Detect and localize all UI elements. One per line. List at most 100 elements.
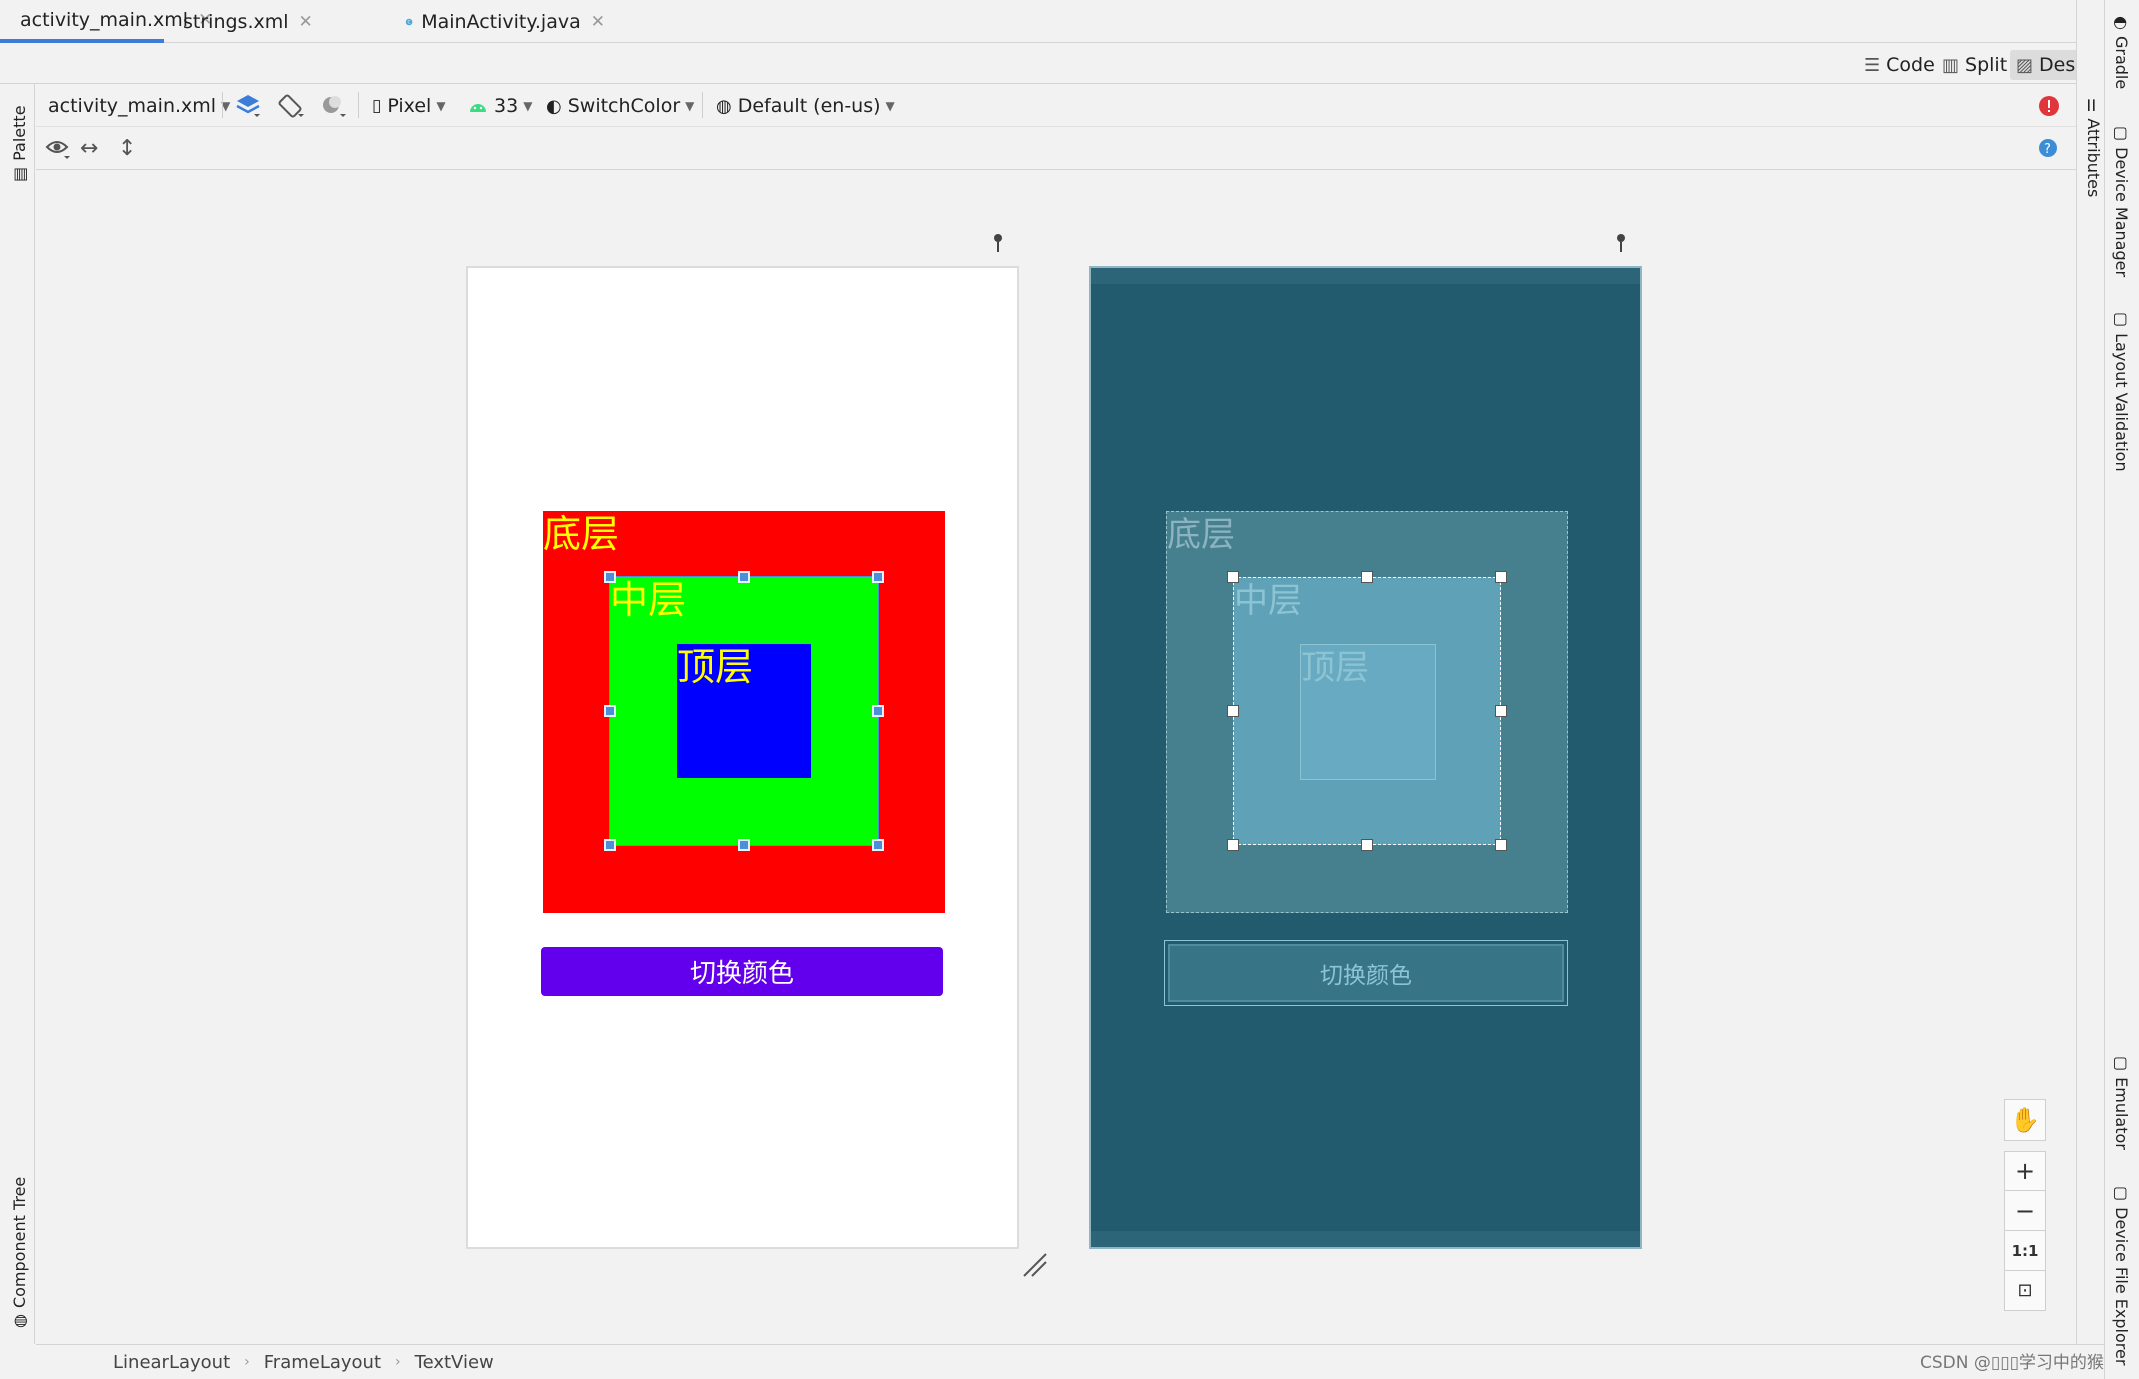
resize-handle[interactable] [1495,705,1507,717]
help-button[interactable]: ? [2038,134,2058,162]
night-mode-icon [323,96,346,117]
resize-handle[interactable] [604,705,616,717]
actual-size-button[interactable]: 1:1 [2004,1231,2046,1271]
design-canvas[interactable] [36,171,2076,1344]
close-icon[interactable]: ✕ [591,12,605,32]
view-options-button[interactable] [44,134,74,162]
chevron-right-icon: › [244,1354,250,1370]
zoom-out-button[interactable]: − [2004,1191,2046,1231]
layers-icon [236,95,260,117]
top-layer[interactable]: 顶层 [677,644,811,778]
view-mode-bar: ☰ Code ▥ Split ▨ Design [0,44,2111,84]
code-mode-button[interactable]: ☰ Code [1858,50,1941,80]
gradle-label: Gradle [2112,35,2131,90]
tab-activity-main-xml[interactable]: <> activity_main.xml ✕ [0,0,212,43]
design-surface-button[interactable] [234,92,262,120]
night-mode-button[interactable] [318,92,348,120]
palette-panel-button[interactable]: ▤ Palette [10,105,29,182]
layout-validation-panel-button[interactable]: ▢ Layout Validation [2112,312,2131,472]
resize-handle[interactable] [872,705,884,717]
plus-icon: + [2014,1157,2036,1185]
pin-icon[interactable] [988,232,1008,256]
watermark: CSDN @▯▯▯学习中的猴 [1920,1353,2104,1373]
device-file-explorer-panel-button[interactable]: ▢ Device File Explorer [2112,1186,2131,1365]
resize-handle[interactable] [1495,571,1507,583]
vertical-resize-icon[interactable]: ↕ [118,134,136,162]
breadcrumb-item-textview[interactable]: TextView [415,1352,494,1373]
attributes-label: Attributes [2084,118,2103,198]
file-label: activity_main.xml [48,95,217,117]
resize-handle[interactable] [1495,839,1507,851]
resize-handle[interactable] [872,571,884,583]
status-bar-outline [1091,268,1640,284]
chevron-down-icon: ▼ [523,99,533,113]
resize-handle[interactable] [604,571,616,583]
blueprint-preview-screen[interactable]: 底层 中层 顶层 切换颜色 [1089,266,1642,1249]
eye-icon [45,141,70,159]
resize-handle[interactable] [1361,571,1373,583]
bottom-layer-blueprint[interactable]: 底层 中层 顶层 [1166,511,1568,913]
emulator-panel-button[interactable]: ▢ Emulator [2112,1056,2131,1150]
zoom-in-button[interactable]: + [2004,1151,2046,1191]
tree-icon: ◍ [10,1314,29,1328]
attributes-panel-button[interactable]: ⚌ Attributes [2084,98,2103,197]
resize-handle[interactable] [1227,571,1239,583]
middle-layer-label: 中层 [610,578,687,622]
split-mode-button[interactable]: ▥ Split [1936,50,2013,80]
locale-selector[interactable]: ◍ Default (en-us) ▼ [716,92,895,120]
tab-label: activity_main.xml [20,8,189,31]
design-preview-screen[interactable]: 底层 中层 顶层 切换颜色 [466,266,1019,1249]
tab-mainactivity-java[interactable]: C MainActivity.java ✕ [405,0,605,43]
switch-color-button-blueprint[interactable]: 切换颜色 [1164,940,1568,1006]
device-manager-panel-button[interactable]: ▢ Device Manager [2112,126,2131,277]
rotate-icon [278,94,304,118]
device-selector[interactable]: ▯ Pixel ▼ [372,92,446,120]
breadcrumb-item-framelayout[interactable]: FrameLayout [264,1352,381,1373]
svg-text:C: C [407,19,410,25]
middle-layer-blueprint[interactable]: 中层 顶层 [1227,571,1507,851]
resize-handle[interactable] [1227,839,1239,851]
layout-validation-label: Layout Validation [2112,333,2131,472]
switch-color-button[interactable]: 切换颜色 [541,947,943,996]
resize-handle[interactable] [1227,705,1239,717]
api-level-selector[interactable]: 33 ▼ [468,92,532,120]
resize-grip-icon[interactable] [1020,1250,1050,1280]
file-selector[interactable]: activity_main.xml ▼ [48,92,230,120]
resize-handle[interactable] [604,839,616,851]
divider [702,92,703,118]
error-icon [2039,96,2059,116]
api-label: 33 [494,95,519,117]
theme-selector[interactable]: ◐ SwitchColor ▼ [546,92,694,120]
zoom-to-fit-button[interactable]: ⊡ [2004,1271,2046,1311]
chevron-down-icon: ▼ [885,99,895,113]
breadcrumb-item-linearlayout[interactable]: LinearLayout [113,1352,230,1373]
emulator-label: Emulator [2112,1077,2131,1150]
split-icon: ▥ [1942,54,1960,76]
component-tree-panel-button[interactable]: ◍ Component Tree [10,1177,29,1328]
middle-layer[interactable]: 中层 顶层 [604,571,884,851]
pin-icon[interactable] [1611,232,1631,256]
resize-handle[interactable] [1361,839,1373,851]
left-tool-strip: ▤ Palette ◍ Component Tree [0,84,35,1344]
error-indicator[interactable] [2038,92,2060,120]
close-icon[interactable]: ✕ [299,12,313,32]
resize-handle[interactable] [738,839,750,851]
horizontal-resize-icon[interactable]: ↔ [80,134,98,162]
top-layer-blueprint[interactable]: 顶层 [1300,644,1436,780]
tab-strings-xml[interactable]: <> strings.xml ✕ [175,0,313,43]
chevron-down-icon: ▼ [685,99,695,113]
tab-label: strings.xml [183,10,289,33]
pan-button[interactable]: ✋ [2004,1099,2046,1141]
nav-bar-outline [1091,1231,1640,1247]
help-icon: ? [2039,139,2057,157]
hand-icon: ✋ [2010,1106,2040,1134]
elephant-icon: ◐ [2112,16,2131,30]
resize-handle[interactable] [872,839,884,851]
gradle-panel-button[interactable]: ◐ Gradle [2112,16,2131,89]
orientation-button[interactable] [276,92,306,120]
resize-handle[interactable] [738,571,750,583]
svg-text:?: ? [2044,142,2051,157]
bottom-layer[interactable]: 底层 中层 顶层 [543,511,945,913]
device-icon: ▢ [2112,1186,2131,1202]
device-label: Pixel [387,95,432,117]
